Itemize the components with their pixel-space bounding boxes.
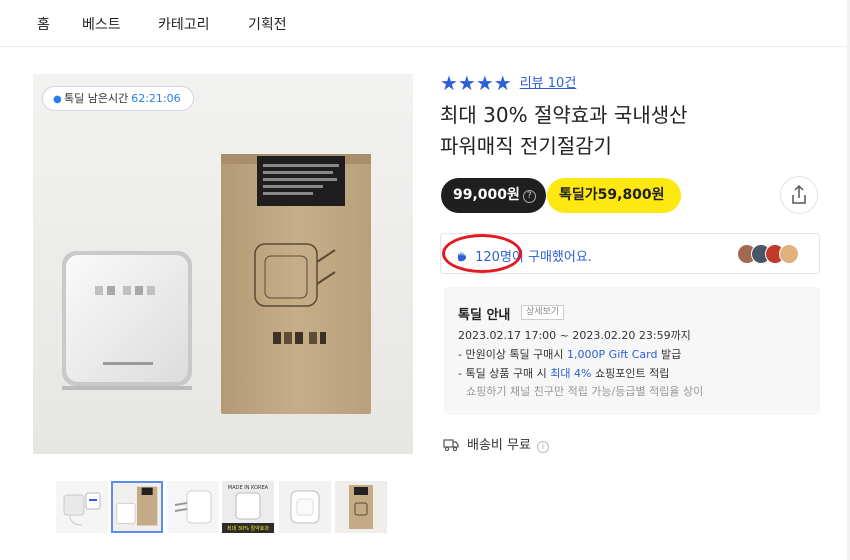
product-title: 최대 30% 절약효과 국내생산 파워매직 전기절감기 [440, 100, 800, 162]
thumbnail-image [56, 481, 108, 533]
product-title-line-1: 최대 30% 절약효과 국내생산 [440, 103, 688, 127]
share-icon [792, 184, 806, 204]
avatar [779, 244, 799, 264]
deal-timer-badge: ● 톡딜 남은시간 62:21:06 [42, 86, 194, 111]
regular-price: 99,000원 [453, 187, 520, 203]
timer-label: 톡딜 남은시간 [64, 92, 129, 105]
benefit-prefix: - 톡딜 상품 구매 시 [458, 367, 551, 380]
deal-period: 2023.02.17 17:00 ~ 2023.02.20 23:59까지 [458, 329, 691, 342]
nav-exhibition[interactable]: 기획전 [248, 14, 287, 34]
truck-icon [443, 438, 459, 456]
benefit-suffix: 발급 [657, 348, 682, 361]
deal-benefit-giftcard: - 만원이상 톡딜 구매시 1,000P Gift Card 발급 [458, 346, 681, 362]
thumbnail-image [167, 481, 219, 533]
thumbnail-image: MADE IN KOREA 최대 30% 절약효과 [222, 481, 274, 533]
deal-info-title: 톡딜 안내 [458, 308, 511, 323]
review-count-link[interactable]: 리뷰 10건 [520, 76, 577, 91]
drop-icon: ● [53, 94, 62, 105]
thumbnail-5[interactable] [279, 481, 331, 533]
regular-price-pill: 99,000원? [441, 178, 546, 213]
thumbnail-image [279, 481, 331, 533]
benefit-highlight: 1,000P Gift Card [567, 348, 658, 361]
detail-button[interactable]: 상세보기 [521, 305, 565, 320]
highlight-circle-annotation [442, 234, 522, 273]
deal-info-note: 쇼핑하기 채널 친구만 적립 가능/등급별 적립율 상이 [466, 385, 704, 398]
thumbnail-caption-top: MADE IN KOREA [228, 485, 269, 491]
thumbnail-caption-bottom: 최대 30% 절약효과 [227, 525, 269, 532]
benefit-suffix: 쇼핑포인트 적립 [591, 367, 670, 380]
timer-value: 62:21:06 [131, 92, 181, 105]
thumbnail-image [113, 483, 161, 531]
shipping-info: 배송비 무료 i [443, 434, 549, 453]
thumbnail-6[interactable] [335, 481, 387, 533]
deal-price: 톡딜가59,800원 [559, 187, 665, 203]
benefit-highlight: 최대 4% [550, 367, 592, 380]
benefit-prefix: - 만원이상 톡딜 구매시 [458, 348, 568, 361]
nav-home[interactable]: 홈 [37, 14, 50, 34]
thumbnail-1[interactable] [56, 481, 108, 533]
deal-info-box: 톡딜 안내 상세보기 2023.02.17 17:00 ~ 2023.02.20… [444, 287, 820, 415]
thumbnail-3[interactable] [167, 481, 219, 533]
product-rating: ★★★★ 리뷰 10건 [440, 71, 577, 95]
thumbnail-image [335, 481, 387, 533]
main-product-image[interactable]: ● 톡딜 남은시간 62:21:06 [33, 74, 413, 454]
thumbnail-2[interactable] [111, 481, 163, 533]
product-photo-illustration [33, 74, 413, 454]
nav-best[interactable]: 베스트 [82, 14, 121, 34]
top-navigation: 홈 베스트 카테고리 기획전 [0, 0, 850, 47]
price-help-icon[interactable]: ? [522, 190, 536, 203]
share-button[interactable] [780, 176, 818, 214]
star-rating-icon: ★★★★ [440, 71, 512, 95]
thumbnail-4[interactable]: MADE IN KOREA 최대 30% 절약효과 [222, 481, 274, 533]
shipping-label: 배송비 무료 [467, 438, 531, 453]
shipping-info-icon[interactable]: i [536, 441, 549, 453]
product-title-line-2: 파워매직 전기절감기 [440, 134, 612, 158]
nav-category[interactable]: 카테고리 [158, 14, 210, 34]
deal-price-pill: 톡딜가59,800원 [547, 178, 681, 213]
purchase-count-suffix: 구매했어요. [523, 250, 592, 265]
deal-benefit-points: - 톡딜 상품 구매 시 최대 4% 쇼핑포인트 적립 [458, 365, 669, 381]
